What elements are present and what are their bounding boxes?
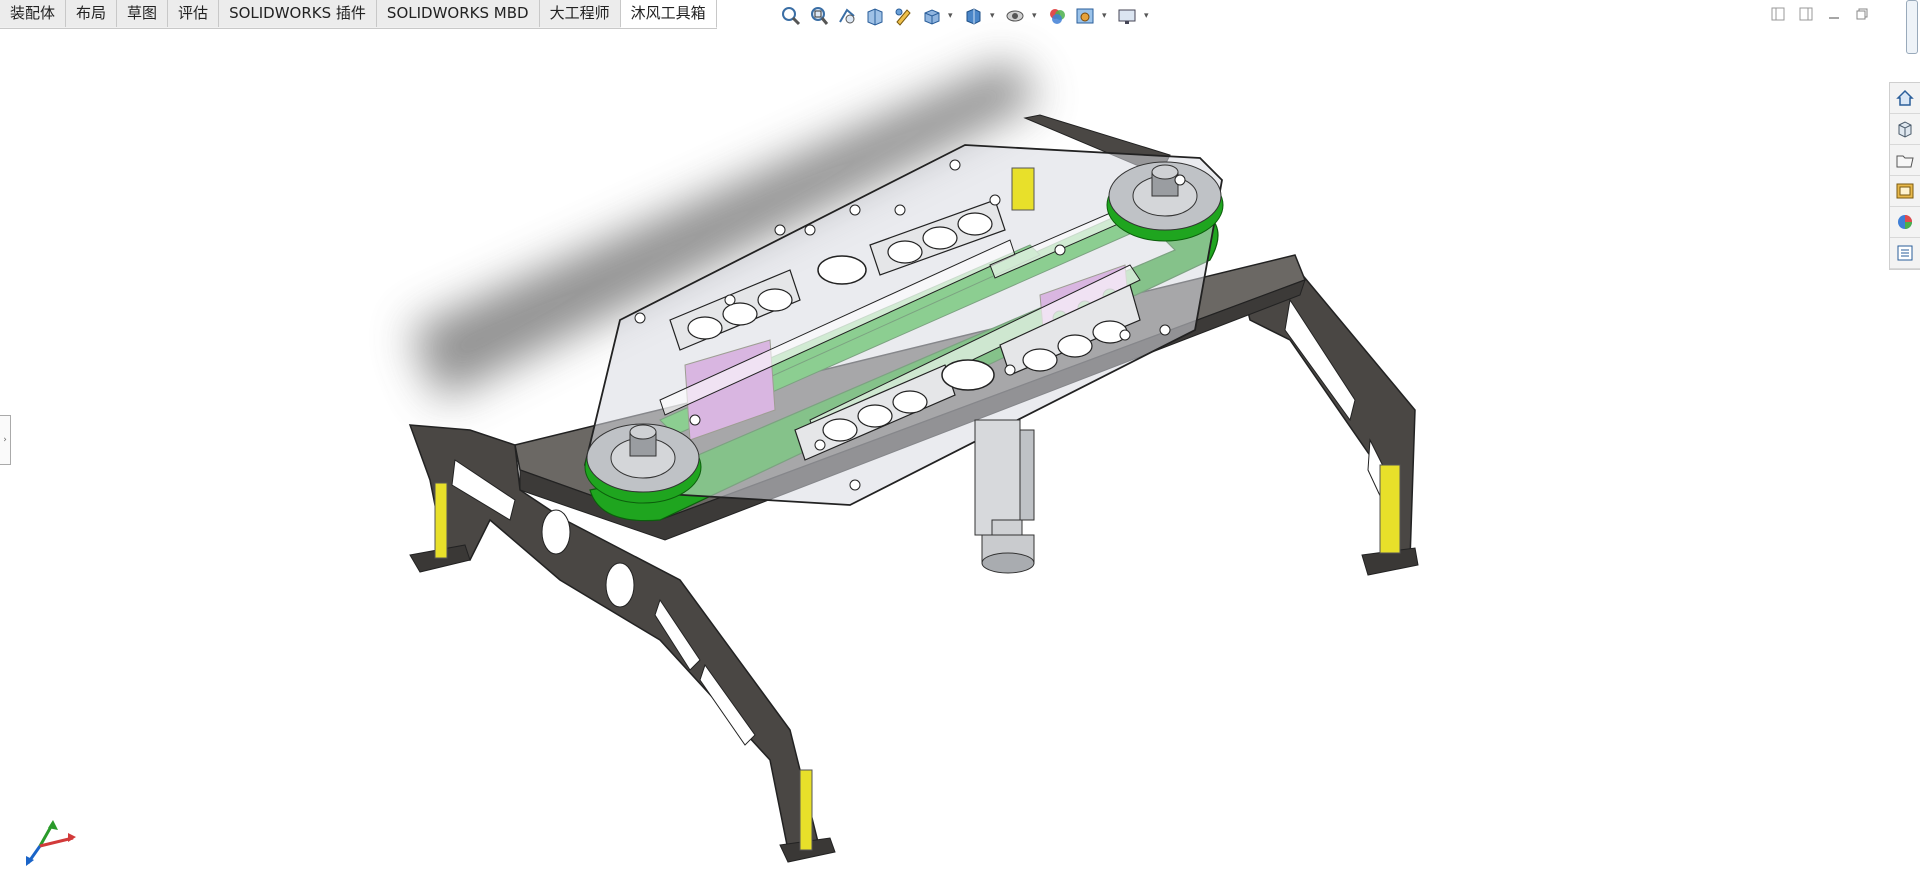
minimize-icon[interactable] xyxy=(1824,6,1844,22)
pulley-left xyxy=(584,423,702,504)
chevron-down-icon[interactable]: ▾ xyxy=(990,11,998,21)
chevron-down-icon[interactable]: ▾ xyxy=(1032,11,1040,21)
solidworks-resources-icon[interactable] xyxy=(1890,83,1920,114)
display-style-icon[interactable] xyxy=(962,5,984,27)
appearances-scenes-icon[interactable] xyxy=(1890,207,1920,238)
document-window-controls xyxy=(1768,6,1872,22)
hide-show-items-icon[interactable] xyxy=(1004,5,1026,27)
graphics-area[interactable] xyxy=(0,0,1920,881)
tab-assembly[interactable]: 装配体 xyxy=(0,0,67,27)
yellow-bracket-front-right xyxy=(799,769,813,851)
file-explorer-icon[interactable] xyxy=(1890,145,1920,176)
task-pane-tabs xyxy=(1889,82,1920,270)
tab-sketch[interactable]: 草图 xyxy=(117,0,169,27)
axis-triad-icon xyxy=(26,820,76,866)
reference-triad xyxy=(18,808,88,872)
tab-evaluate[interactable]: 评估 xyxy=(168,0,220,27)
tab-layout[interactable]: 布局 xyxy=(66,0,118,27)
tile-right-icon[interactable] xyxy=(1796,6,1816,22)
view-palette-icon[interactable] xyxy=(1890,176,1920,207)
vertical-scrollbar[interactable] xyxy=(1906,0,1918,54)
tile-left-icon[interactable] xyxy=(1768,6,1788,22)
apply-scene-icon[interactable] xyxy=(1074,5,1096,27)
zoom-to-area-icon[interactable] xyxy=(808,5,830,27)
chevron-down-icon[interactable]: ▾ xyxy=(1144,11,1152,21)
view-settings-icon[interactable] xyxy=(1116,5,1138,27)
view-orientation-icon[interactable] xyxy=(920,5,942,27)
design-library-icon[interactable] xyxy=(1890,114,1920,145)
restore-icon[interactable] xyxy=(1852,6,1872,22)
command-manager-tabs: 装配体 布局 草图 评估 SOLIDWORKS 插件 SOLIDWORKS MB… xyxy=(0,0,717,29)
pulley-right xyxy=(1106,161,1224,242)
yellow-bracket-front-left xyxy=(434,482,448,559)
chevron-down-icon[interactable]: ▾ xyxy=(1102,11,1110,21)
assembly-model[interactable] xyxy=(0,0,1920,881)
edit-appearance-icon[interactable] xyxy=(1046,5,1068,27)
section-view-icon[interactable] xyxy=(864,5,886,27)
pneumatic-cylinder xyxy=(974,419,1035,574)
feature-manager-expand-handle[interactable]: › xyxy=(0,415,11,465)
tab-solidworks-addins[interactable]: SOLIDWORKS 插件 xyxy=(219,0,377,27)
tab-solidworks-mbd[interactable]: SOLIDWORKS MBD xyxy=(376,0,540,27)
dynamic-annotation-icon[interactable] xyxy=(892,5,914,27)
zoom-to-fit-icon[interactable] xyxy=(780,5,802,27)
chevron-down-icon[interactable]: ▾ xyxy=(948,11,956,21)
tab-engineer[interactable]: 大工程师 xyxy=(539,0,621,27)
previous-view-icon[interactable] xyxy=(836,5,858,27)
yellow-bracket-back-right xyxy=(1379,464,1401,554)
custom-properties-icon[interactable] xyxy=(1890,238,1920,269)
tab-mufeng-toolbox[interactable]: 沐风工具箱 xyxy=(620,0,717,28)
yellow-bracket-top xyxy=(1011,167,1035,211)
heads-up-view-toolbar: ▾ ▾ ▾ ▾ ▾ xyxy=(780,4,1152,28)
